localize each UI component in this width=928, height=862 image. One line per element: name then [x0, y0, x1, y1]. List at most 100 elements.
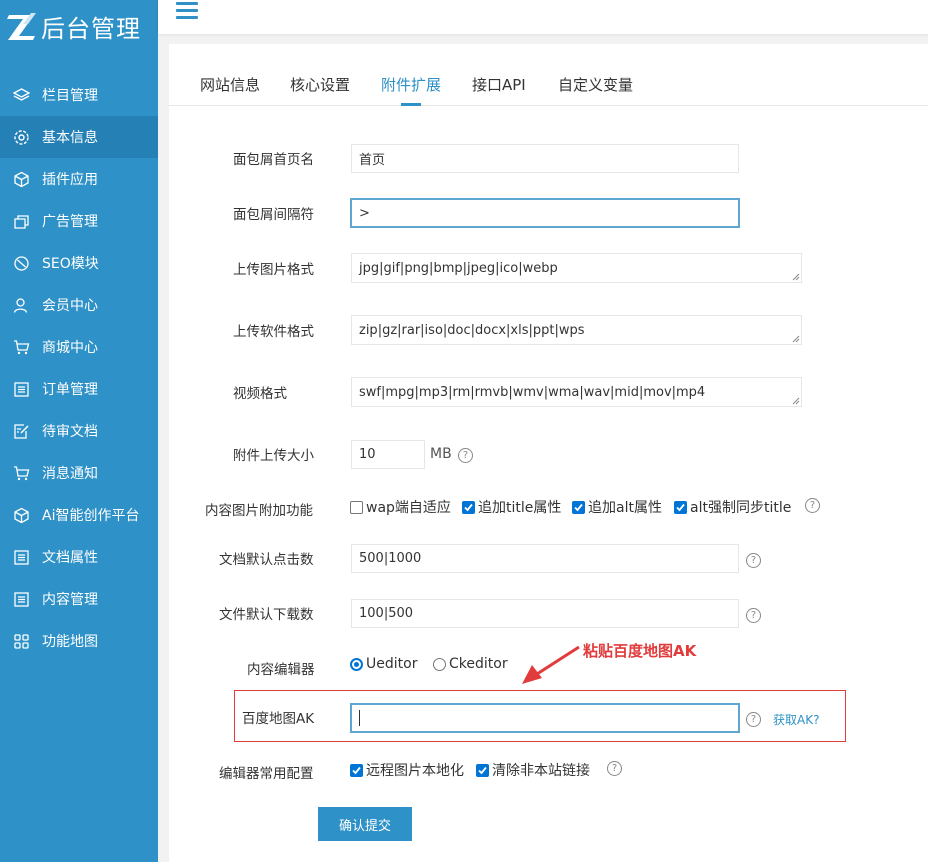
img-formats-value: jpg|gif|png|bmp|jpeg|ico|webp [359, 260, 558, 276]
sidebar-item-ads[interactable]: 广告管理 [0, 200, 158, 242]
sidebar-item-column[interactable]: 栏目管理 [0, 74, 158, 116]
active-tab-indicator [401, 103, 421, 106]
sidebar-item-label: 功能地图 [42, 634, 98, 650]
sidebar-item-seo[interactable]: SEO模块 [0, 242, 158, 284]
resize-handle-icon[interactable] [792, 397, 800, 405]
sidebar-item-content[interactable]: 内容管理 [0, 578, 158, 620]
sidebar-item-function-map[interactable]: 功能地图 [0, 620, 158, 662]
append-title-checkbox[interactable]: 追加title属性 [462, 497, 561, 517]
app-title: 后台管理 [41, 14, 141, 43]
sidebar-item-label: 广告管理 [42, 214, 98, 230]
breadcrumb-home-label: 面包屑首页名 [233, 152, 314, 168]
help-icon[interactable]: ? [458, 448, 473, 463]
help-icon[interactable]: ? [746, 553, 761, 568]
soft-formats-value: zip|gz|rar|iso|doc|docx|xls|ppt|wps [359, 322, 585, 338]
baidu-ak-label: 百度地图AK [242, 711, 315, 727]
submit-button[interactable]: 确认提交 [318, 807, 412, 841]
topbar [158, 0, 928, 34]
soft-formats-label: 上传软件格式 [233, 324, 314, 340]
breadcrumb-sep-value: > [359, 205, 370, 221]
sidebar: 后台管理 栏目管理 基本信息 插件应用 广告管理 SEO模块 会员中心 商城中心… [0, 0, 158, 862]
sidebar-item-label: Ai智能创作平台 [42, 508, 140, 524]
checkbox-box [350, 500, 363, 514]
default-clicks-input[interactable]: 500|1000 [351, 544, 739, 573]
clear-external-links-checkbox[interactable]: 清除非本站链接 [476, 760, 590, 780]
sidebar-item-orders[interactable]: 订单管理 [0, 368, 158, 410]
menu-toggle-icon[interactable] [176, 2, 198, 20]
logo[interactable]: 后台管理 [6, 8, 141, 44]
editor-config-label: 编辑器常用配置 [219, 766, 314, 782]
checkbox-label: 追加title属性 [478, 500, 562, 516]
radio-label: Ckeditor [449, 656, 508, 672]
tab-core-settings[interactable]: 核心设置 [290, 74, 350, 95]
sidebar-item-label: SEO模块 [42, 256, 99, 272]
sidebar-item-shop[interactable]: 商城中心 [0, 326, 158, 368]
settings-tabs: 网站信息 核心设置 附件扩展 接口API 自定义变量 [169, 44, 928, 106]
sidebar-item-label: 订单管理 [42, 382, 98, 398]
text-caret [359, 710, 360, 726]
checkmark-icon [476, 763, 489, 777]
resize-handle-icon[interactable] [792, 273, 800, 281]
help-icon[interactable]: ? [746, 608, 761, 623]
help-icon[interactable]: ? [805, 498, 820, 513]
sidebar-item-label: 会员中心 [42, 298, 98, 314]
breadcrumb-home-value: 首页 [359, 153, 386, 168]
default-downloads-label: 文件默认下载数 [219, 607, 314, 623]
editor-label: 内容编辑器 [247, 662, 315, 678]
editor-ckeditor-radio[interactable]: Ckeditor [433, 656, 508, 672]
sidebar-item-label: 内容管理 [42, 592, 98, 608]
sidebar-item-label: 插件应用 [42, 172, 98, 188]
editor-ueditor-radio[interactable]: Ueditor [350, 656, 417, 672]
soft-formats-textarea[interactable]: zip|gz|rar|iso|doc|docx|xls|ppt|wps [351, 315, 802, 345]
sidebar-item-notifications[interactable]: 消息通知 [0, 452, 158, 494]
upload-size-label: 附件上传大小 [233, 448, 314, 464]
help-icon[interactable]: ? [746, 712, 761, 727]
sidebar-item-basic-info[interactable]: 基本信息 [0, 116, 158, 158]
img-formats-textarea[interactable]: jpg|gif|png|bmp|jpeg|ico|webp [351, 253, 802, 283]
sidebar-item-members[interactable]: 会员中心 [0, 284, 158, 326]
checkmark-icon [350, 763, 363, 777]
tab-custom-vars[interactable]: 自定义变量 [558, 74, 633, 95]
help-icon[interactable]: ? [607, 761, 622, 776]
sidebar-item-pending-docs[interactable]: 待审文档 [0, 410, 158, 452]
default-downloads-input[interactable]: 100|500 [351, 599, 739, 628]
layers-icon [12, 86, 30, 104]
tab-attachment-ext[interactable]: 附件扩展 [381, 74, 441, 95]
append-alt-checkbox[interactable]: 追加alt属性 [572, 497, 662, 517]
breadcrumb-home-input[interactable]: 首页 [351, 144, 739, 173]
cube-icon [12, 506, 30, 524]
sidebar-item-label: 消息通知 [42, 466, 98, 482]
sidebar-item-label: 栏目管理 [42, 88, 98, 104]
sidebar-menu: 栏目管理 基本信息 插件应用 广告管理 SEO模块 会员中心 商城中心 订单管理… [0, 74, 158, 662]
upload-size-value: 10 [359, 447, 376, 462]
checkbox-label: alt强制同步title [690, 500, 792, 516]
sidebar-item-label: 商城中心 [42, 340, 98, 356]
list-icon [12, 548, 30, 566]
tab-site-info[interactable]: 网站信息 [200, 74, 260, 95]
resize-handle-icon[interactable] [792, 335, 800, 343]
sidebar-item-plugins[interactable]: 插件应用 [0, 158, 158, 200]
upload-size-input[interactable]: 10 [351, 440, 425, 469]
default-clicks-value: 500|1000 [359, 551, 422, 566]
video-formats-textarea[interactable]: swf|mpg|mp3|rm|rmvb|wmv|wma|wav|mid|mov|… [351, 377, 802, 407]
breadcrumb-sep-input[interactable]: > [350, 198, 740, 228]
ad-icon [12, 212, 30, 230]
sidebar-item-doc-attributes[interactable]: 文档属性 [0, 536, 158, 578]
checkbox-label: wap端自适应 [366, 500, 451, 516]
tab-api[interactable]: 接口API [472, 74, 526, 95]
video-formats-value: swf|mpg|mp3|rm|rmvb|wmv|wma|wav|mid|mov|… [359, 384, 706, 400]
video-formats-label: 视频格式 [233, 386, 287, 402]
img-formats-label: 上传图片格式 [233, 262, 314, 278]
sidebar-item-ai-platform[interactable]: Ai智能创作平台 [0, 494, 158, 536]
sidebar-item-label: 待审文档 [42, 424, 98, 440]
get-ak-link[interactable]: 获取AK? [773, 711, 819, 728]
alt-sync-title-checkbox[interactable]: alt强制同步title [674, 497, 791, 517]
default-clicks-label: 文档默认点击数 [219, 552, 314, 568]
checkmark-icon [462, 500, 475, 514]
remote-img-local-checkbox[interactable]: 远程图片本地化 [350, 760, 464, 780]
checkbox-label: 远程图片本地化 [366, 763, 464, 779]
edit-doc-icon [12, 422, 30, 440]
list-icon [12, 380, 30, 398]
baidu-ak-input[interactable] [350, 703, 740, 733]
wap-adapt-checkbox[interactable]: wap端自适应 [350, 497, 451, 517]
